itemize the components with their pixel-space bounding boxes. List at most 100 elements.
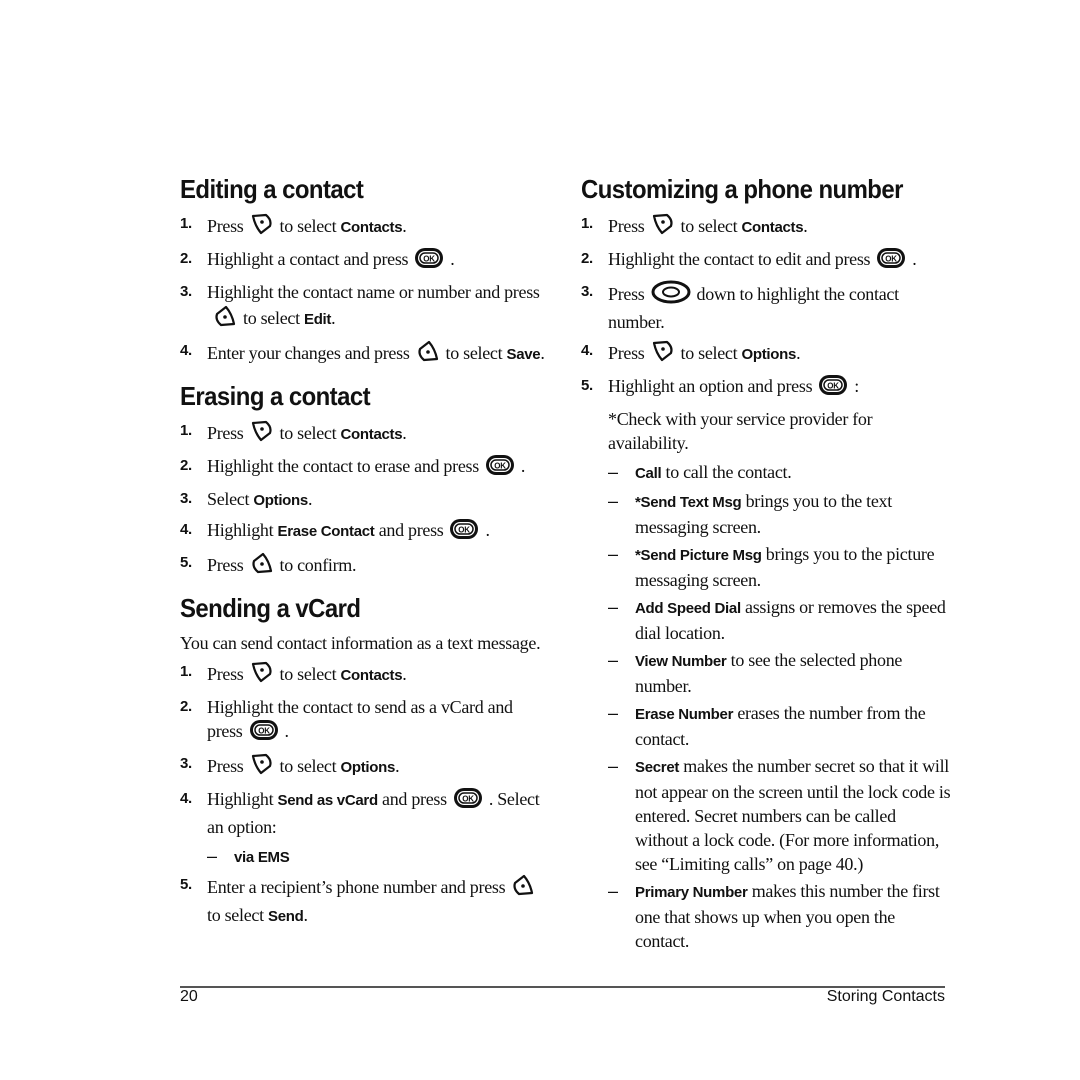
step-item: 2. Highlight the contact to send as a vCa… bbox=[180, 695, 550, 747]
right-softkey-icon bbox=[250, 212, 274, 242]
menu-option-label: Send as vCard bbox=[277, 792, 379, 809]
option-label: Add Speed Dial bbox=[635, 600, 741, 617]
ok-key-icon: OK bbox=[249, 719, 279, 747]
step-item: 3. Select Options. bbox=[180, 487, 550, 513]
option-item: – Add Speed Dial assigns or removes the s… bbox=[581, 595, 951, 645]
step-text: Select bbox=[207, 489, 254, 509]
step-text: to select bbox=[445, 343, 507, 363]
step-number: 4. bbox=[180, 342, 192, 359]
option-item: – *Send Text Msg brings you to the text m… bbox=[581, 489, 951, 539]
step-text: . bbox=[402, 216, 407, 236]
step-text: Enter your changes and press bbox=[207, 343, 410, 363]
step-number: 1. bbox=[180, 215, 192, 232]
availability-note: *Check with your service provider for av… bbox=[608, 409, 873, 453]
step-text: . bbox=[803, 216, 808, 236]
step-number: 2. bbox=[180, 698, 192, 715]
step-text: to select bbox=[680, 343, 742, 363]
option-item: – Secret makes the number secret so that … bbox=[581, 754, 951, 876]
step-text: Press bbox=[608, 343, 645, 363]
step-number: 2. bbox=[581, 250, 593, 267]
step-text: and press bbox=[377, 789, 447, 809]
step-text: to select bbox=[207, 905, 268, 925]
dash-bullet: – bbox=[608, 491, 618, 511]
page-number: 20 bbox=[180, 988, 198, 1005]
right-softkey-icon bbox=[651, 212, 675, 242]
step-text: Highlight bbox=[207, 520, 278, 540]
step-number: 1. bbox=[581, 215, 593, 232]
option-label: View Number bbox=[635, 653, 727, 670]
section-name: Storing Contacts bbox=[826, 988, 945, 1005]
option-item: – Call to call the contact. bbox=[581, 460, 951, 486]
intro-paragraph: You can send contact information as a te… bbox=[180, 633, 541, 653]
step-item: 5. Highlight an option and press OK : bbox=[581, 374, 951, 402]
step-number: 4. bbox=[581, 342, 593, 359]
step-text: . bbox=[485, 520, 490, 540]
option-label: Erase Number bbox=[635, 706, 734, 723]
ok-key-icon: OK bbox=[414, 247, 444, 275]
dash-bullet: – bbox=[608, 650, 618, 670]
menu-option-label: Edit bbox=[303, 311, 332, 328]
step-number: 3. bbox=[180, 755, 192, 772]
dash-bullet: – bbox=[608, 462, 618, 482]
step-text: Press bbox=[207, 756, 244, 776]
left-column: Editing a contact 1. Press to select Conta… bbox=[180, 172, 550, 939]
step-text: Press bbox=[608, 216, 645, 236]
step-item: 4. Highlight Send as vCard and press OK .… bbox=[180, 787, 550, 839]
step-text: to select bbox=[680, 216, 742, 236]
dash-bullet: – bbox=[207, 846, 217, 866]
right-softkey-icon bbox=[250, 419, 274, 449]
section-title: Sending a vCard bbox=[180, 593, 361, 623]
step-text: to select bbox=[243, 308, 304, 328]
step-text: Press bbox=[207, 216, 244, 236]
step-number: 3. bbox=[180, 283, 192, 300]
step-number: 1. bbox=[180, 422, 192, 439]
option-label: *Send Picture Msg bbox=[635, 547, 762, 564]
step-item: 2. Highlight a contact and press OK . bbox=[180, 247, 550, 275]
step-number: 3. bbox=[180, 490, 192, 507]
step-text: . bbox=[540, 343, 545, 363]
step-text: . bbox=[796, 343, 801, 363]
step-number: 4. bbox=[180, 790, 192, 807]
step-item: 5. Press to confirm. bbox=[180, 551, 550, 581]
navigation-key-icon bbox=[651, 280, 691, 310]
step-item: 1. Press to select Contacts. bbox=[180, 419, 550, 449]
step-text: to confirm. bbox=[279, 555, 357, 575]
menu-option-label: Contacts bbox=[340, 667, 403, 684]
step-item: 4. Press to select Options. bbox=[581, 339, 951, 369]
dash-bullet: – bbox=[608, 756, 618, 776]
step-text: Press bbox=[608, 284, 645, 304]
option-label: Call bbox=[635, 465, 662, 482]
step-text: Press bbox=[207, 555, 244, 575]
step-number: 4. bbox=[180, 521, 192, 538]
step-text: . bbox=[395, 756, 400, 776]
step-number: 2. bbox=[180, 457, 192, 474]
step-text: Highlight bbox=[207, 789, 278, 809]
step-text: to select bbox=[279, 664, 341, 684]
left-softkey-icon bbox=[511, 873, 535, 903]
sub-option: – via EMS bbox=[180, 844, 550, 870]
step-text: . bbox=[303, 905, 308, 925]
option-item: – View Number to see the selected phone n… bbox=[581, 648, 951, 698]
ok-key-icon: OK bbox=[876, 247, 906, 275]
step-item: 2. Highlight the contact to erase and pre… bbox=[180, 454, 550, 482]
right-softkey-icon bbox=[250, 752, 274, 782]
step-text: Highlight the contact to edit and press bbox=[608, 249, 871, 269]
step-text: . bbox=[307, 489, 313, 509]
left-softkey-icon bbox=[250, 551, 274, 581]
step-text: Enter a recipient’s phone number and pre… bbox=[207, 877, 506, 897]
step-text: Highlight a contact and press bbox=[207, 249, 409, 269]
right-column: Customizing a phone number 1. Press to sel… bbox=[581, 172, 951, 963]
step-text: . bbox=[331, 308, 336, 328]
svg-text:OK: OK bbox=[424, 255, 436, 264]
step-text: to select bbox=[279, 423, 341, 443]
step-number: 5. bbox=[581, 377, 593, 394]
step-number: 5. bbox=[180, 554, 192, 571]
step-text: . bbox=[284, 721, 290, 741]
step-text: . bbox=[402, 423, 407, 443]
step-text: . bbox=[450, 249, 455, 269]
right-softkey-icon bbox=[651, 339, 675, 369]
step-text: Highlight the contact to erase and press bbox=[207, 456, 479, 476]
section-title: Erasing a contact bbox=[180, 381, 371, 411]
step-item: 1. Press to select Contacts. bbox=[180, 212, 550, 242]
svg-text:OK: OK bbox=[886, 255, 898, 264]
